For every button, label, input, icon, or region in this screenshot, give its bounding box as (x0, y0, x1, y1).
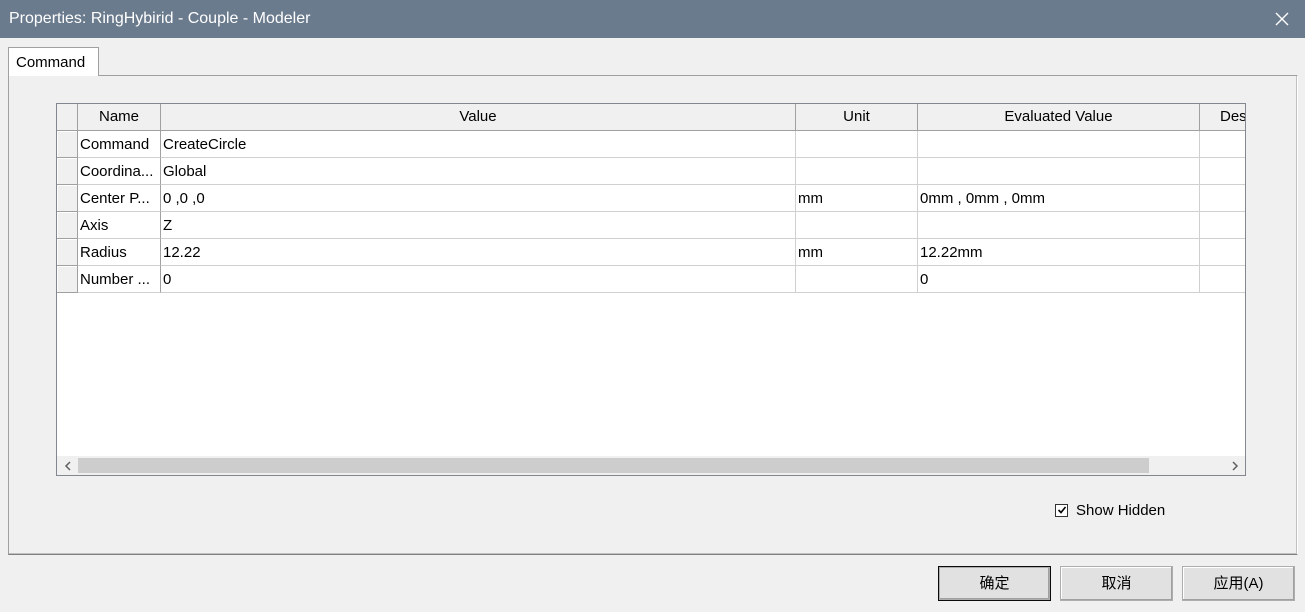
column-header-name[interactable]: Name (78, 104, 161, 131)
row-header[interactable] (57, 239, 78, 266)
cell-unit[interactable] (796, 212, 918, 239)
cell-unit[interactable]: mm (796, 239, 918, 266)
scrollbar-thumb[interactable] (78, 458, 1149, 473)
title-bar[interactable]: Properties: RingHybirid - Couple - Model… (0, 0, 1305, 38)
scroll-right-button[interactable] (1224, 456, 1245, 475)
show-hidden-label: Show Hidden (1076, 501, 1166, 519)
cell-evaluated-value (918, 212, 1200, 239)
cell-value[interactable]: 12.22 (161, 239, 796, 266)
column-header-unit[interactable]: Unit (796, 104, 918, 131)
close-icon (1275, 12, 1289, 26)
row-header[interactable] (57, 131, 78, 158)
properties-dialog: Properties: RingHybirid - Couple - Model… (0, 0, 1305, 612)
cell-unit[interactable] (796, 158, 918, 185)
row-header[interactable] (57, 266, 78, 293)
cell-description (1200, 212, 1245, 239)
table-row[interactable]: Radius 12.22 mm 12.22mm (57, 239, 1245, 266)
cell-unit[interactable]: mm (796, 185, 918, 212)
property-grid: Name Value Unit Evaluated Value Des Comm… (56, 103, 1246, 476)
cell-value[interactable]: Z (161, 212, 796, 239)
cell-description (1200, 185, 1245, 212)
cell-evaluated-value: 0 (918, 266, 1200, 293)
chevron-left-icon (64, 460, 71, 471)
cell-value[interactable]: CreateCircle (161, 131, 796, 158)
cancel-button[interactable]: 取消 (1060, 566, 1173, 601)
checkmark-icon (1057, 506, 1066, 514)
row-header[interactable] (57, 158, 78, 185)
table-row[interactable]: Command CreateCircle (57, 131, 1245, 158)
show-hidden-toggle[interactable]: Show Hidden (1055, 500, 1165, 520)
table-row[interactable]: Number ... 0 0 (57, 266, 1245, 293)
column-header-description[interactable]: Des (1200, 104, 1245, 131)
ok-button[interactable]: 确定 (938, 566, 1051, 601)
row-header[interactable] (57, 212, 78, 239)
cell-evaluated-value: 0mm , 0mm , 0mm (918, 185, 1200, 212)
table-row[interactable]: Axis Z (57, 212, 1245, 239)
cell-unit[interactable] (796, 131, 918, 158)
cell-name: Coordina... (78, 158, 161, 185)
cell-name: Axis (78, 212, 161, 239)
window-title: Properties: RingHybirid - Couple - Model… (9, 10, 311, 27)
show-hidden-checkbox[interactable] (1055, 503, 1068, 517)
horizontal-scrollbar[interactable] (57, 456, 1245, 475)
column-header-evaluated-value[interactable]: Evaluated Value (918, 104, 1200, 131)
cell-name: Command (78, 131, 161, 158)
cell-evaluated-value (918, 131, 1200, 158)
cell-description (1200, 266, 1245, 293)
column-header-value[interactable]: Value (161, 104, 796, 131)
cell-name: Radius (78, 239, 161, 266)
cell-value[interactable]: 0 (161, 266, 796, 293)
tab-command[interactable]: Command (8, 47, 99, 76)
cell-unit[interactable] (796, 266, 918, 293)
cell-evaluated-value (918, 158, 1200, 185)
apply-button[interactable]: 应用(A) (1182, 566, 1295, 601)
cell-description (1200, 239, 1245, 266)
cell-evaluated-value: 12.22mm (918, 239, 1200, 266)
cell-value[interactable]: 0 ,0 ,0 (161, 185, 796, 212)
table-row[interactable]: Center P... 0 ,0 ,0 mm 0mm , 0mm , 0mm (57, 185, 1245, 212)
cell-name: Center P... (78, 185, 161, 212)
corner-header[interactable] (57, 104, 78, 131)
row-header[interactable] (57, 185, 78, 212)
cell-value[interactable]: Global (161, 158, 796, 185)
cell-description (1200, 158, 1245, 185)
tab-label: Command (16, 54, 86, 71)
chevron-right-icon (1231, 460, 1238, 471)
close-button[interactable] (1259, 0, 1305, 38)
table-row[interactable]: Coordina... Global (57, 158, 1245, 185)
cell-name: Number ... (78, 266, 161, 293)
grid-header: Name Value Unit Evaluated Value Des (57, 104, 1245, 131)
cell-description (1200, 131, 1245, 158)
scroll-left-button[interactable] (57, 456, 78, 475)
